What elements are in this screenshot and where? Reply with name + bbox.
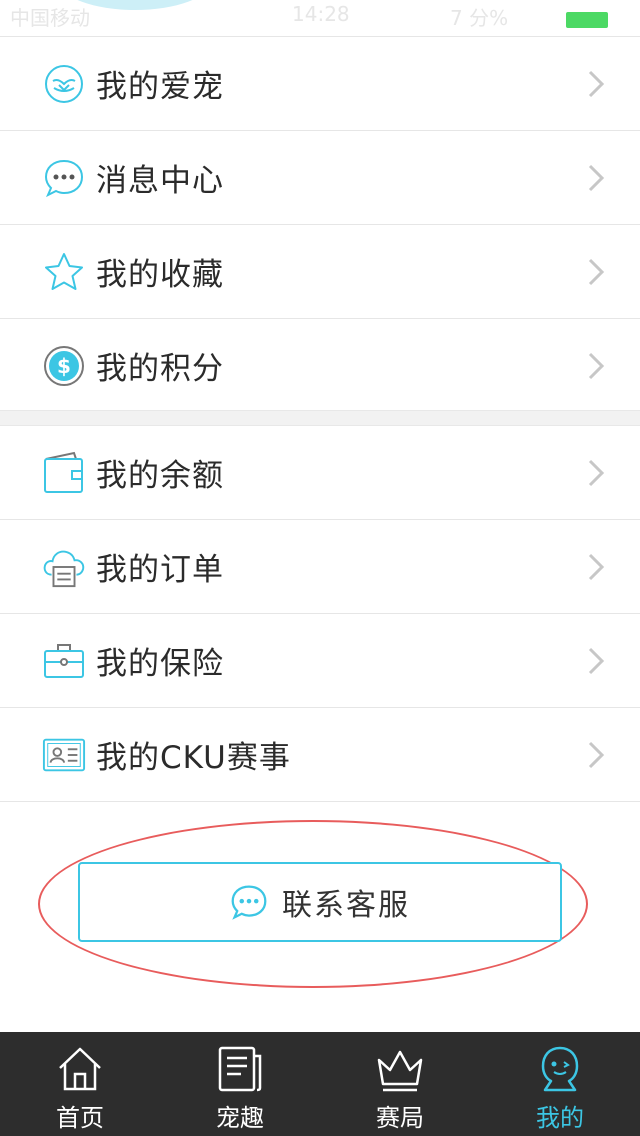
- status-right-text: 7 分%: [450, 6, 509, 30]
- status-bar: 中国移动 14:28 7 分%: [0, 0, 640, 36]
- star-icon: [42, 250, 86, 294]
- menu-group-2: 我的余额 我的订单 我的保险 我的CKU赛事: [0, 426, 640, 806]
- menu-item-balance[interactable]: 我的余额: [0, 426, 640, 520]
- app-screen: 中国移动 14:28 7 分% 我的爱宠 消息中心 我的收藏 $ 我的积分 我的…: [0, 0, 640, 1136]
- clock-text: 14:28: [292, 2, 350, 26]
- tab-label: 赛局: [376, 1104, 424, 1132]
- battery-icon: [566, 12, 608, 28]
- chevron-right-icon: [588, 70, 605, 98]
- menu-group-1: 我的爱宠 消息中心 我的收藏 $ 我的积分: [0, 36, 640, 413]
- contact-service-label: 联系客服: [282, 888, 410, 923]
- tab-label: 宠趣: [216, 1104, 264, 1132]
- chat-bubble-icon: [231, 885, 267, 920]
- contact-area: 联系客服: [0, 806, 640, 1032]
- news-icon: [218, 1046, 262, 1092]
- chevron-right-icon: [588, 164, 605, 192]
- menu-item-points[interactable]: $ 我的积分: [0, 319, 640, 413]
- menu-item-orders[interactable]: 我的订单: [0, 520, 640, 614]
- tab-home[interactable]: 首页: [0, 1032, 160, 1136]
- crown-icon: [377, 1050, 423, 1092]
- tab-pet-fun[interactable]: 宠趣: [160, 1032, 320, 1136]
- svg-text:$: $: [57, 354, 71, 378]
- tab-label: 首页: [56, 1104, 104, 1132]
- menu-item-label: 我的爱宠: [96, 69, 224, 105]
- menu-item-my-pets[interactable]: 我的爱宠: [0, 37, 640, 131]
- chat-bubble-icon: [42, 156, 86, 200]
- chevron-right-icon: [588, 352, 605, 380]
- contact-service-button[interactable]: 联系客服: [78, 862, 562, 942]
- profile-icon: [541, 1046, 579, 1092]
- dollar-coin-icon: $: [42, 344, 86, 388]
- menu-item-label: 我的CKU赛事: [96, 740, 291, 776]
- menu-item-label: 消息中心: [96, 163, 224, 199]
- briefcase-icon: [42, 639, 86, 683]
- id-card-icon: [42, 733, 86, 777]
- bottom-tab-bar: 首页 宠趣 赛局 我的: [0, 1032, 640, 1136]
- chevron-right-icon: [588, 553, 605, 581]
- wallet-icon: [42, 451, 86, 495]
- menu-item-favorites[interactable]: 我的收藏: [0, 225, 640, 319]
- menu-item-label: 我的订单: [96, 552, 224, 588]
- menu-item-label: 我的保险: [96, 646, 224, 682]
- menu-item-cku-events[interactable]: 我的CKU赛事: [0, 708, 640, 802]
- home-icon: [59, 1047, 101, 1091]
- menu-item-label: 我的余额: [96, 458, 224, 494]
- menu-item-insurance[interactable]: 我的保险: [0, 614, 640, 708]
- chevron-right-icon: [588, 258, 605, 286]
- tab-mine[interactable]: 我的: [480, 1032, 640, 1136]
- cloud-order-icon: [42, 545, 86, 589]
- chevron-right-icon: [588, 459, 605, 487]
- chevron-right-icon: [588, 647, 605, 675]
- section-divider: [0, 410, 640, 426]
- menu-item-label: 我的积分: [96, 351, 224, 387]
- menu-item-label: 我的收藏: [96, 257, 224, 293]
- carrier-text: 中国移动: [10, 6, 90, 30]
- chevron-right-icon: [588, 741, 605, 769]
- tab-competition[interactable]: 赛局: [320, 1032, 480, 1136]
- tab-label: 我的: [536, 1104, 584, 1132]
- pet-face-icon: [42, 62, 86, 106]
- menu-item-messages[interactable]: 消息中心: [0, 131, 640, 225]
